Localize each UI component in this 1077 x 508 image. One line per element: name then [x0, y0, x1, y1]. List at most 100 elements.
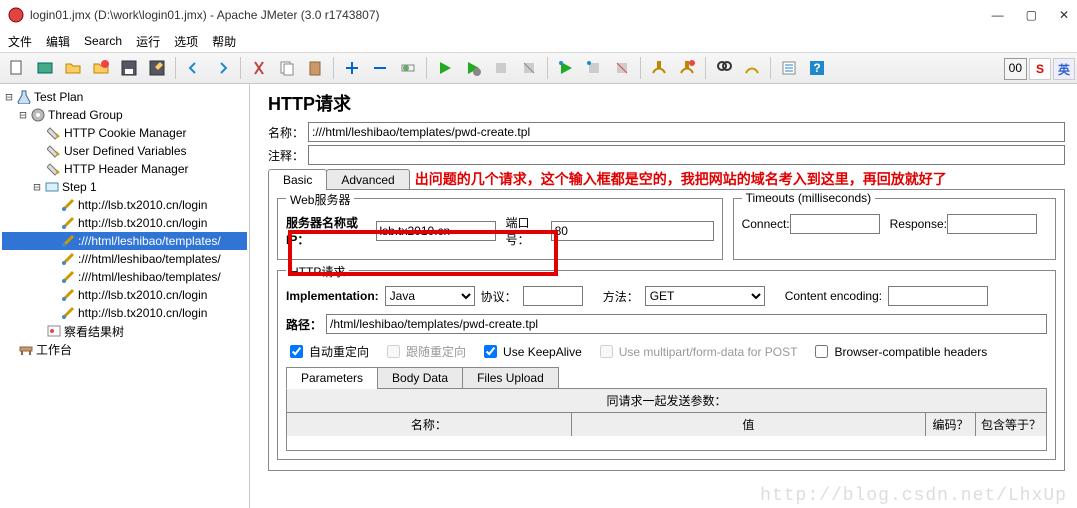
minimize-button[interactable]: ― — [992, 8, 1004, 22]
tree-user-vars[interactable]: User Defined Variables — [64, 144, 187, 158]
page-title: HTTP请求 — [268, 90, 1065, 116]
path-input[interactable] — [326, 314, 1047, 334]
toolbar: ? — [0, 52, 1077, 84]
menu-file[interactable]: 文件 — [8, 33, 32, 50]
tab-body-data[interactable]: Body Data — [377, 367, 463, 389]
tree-test-plan[interactable]: Test Plan — [34, 90, 83, 104]
tree-cookie-manager[interactable]: HTTP Cookie Manager — [64, 126, 187, 140]
tree-header-manager[interactable]: HTTP Header Manager — [64, 162, 189, 176]
sampler-icon — [60, 197, 76, 213]
impl-label: Implementation: — [286, 289, 379, 303]
save-as-button[interactable] — [144, 55, 170, 81]
tree-request[interactable]: http://lsb.tx2010.cn/login — [78, 306, 207, 320]
tree-results[interactable]: 察看结果树 — [64, 323, 124, 340]
maximize-button[interactable]: ▢ — [1026, 8, 1037, 22]
tab-files-upload[interactable]: Files Upload — [462, 367, 559, 389]
method-select[interactable]: GET — [645, 286, 765, 306]
comment-input[interactable] — [308, 145, 1065, 165]
follow-redirect-check[interactable]: 跟随重定向 — [383, 342, 466, 361]
sampler-icon — [60, 251, 76, 267]
start-button[interactable] — [432, 55, 458, 81]
clear-button[interactable] — [646, 55, 672, 81]
tree-request-selected[interactable]: :///html/leshibao/templates/ — [78, 234, 221, 248]
menu-run[interactable]: 运行 — [136, 33, 160, 50]
tab-basic[interactable]: Basic — [268, 169, 327, 190]
test-plan-tree[interactable]: ⊟Test Plan ⊟Thread Group HTTP Cookie Man… — [0, 84, 250, 508]
config-icon — [46, 161, 62, 177]
cut-button[interactable] — [246, 55, 272, 81]
close-file-button[interactable] — [88, 55, 114, 81]
tree-request[interactable]: :///html/leshibao/templates/ — [78, 252, 221, 266]
tree-request[interactable]: http://lsb.tx2010.cn/login — [78, 198, 207, 212]
templates-button[interactable] — [32, 55, 58, 81]
save-button[interactable] — [116, 55, 142, 81]
function-helper-button[interactable] — [776, 55, 802, 81]
tree-workbench[interactable]: 工作台 — [36, 341, 72, 358]
collapse-button[interactable] — [367, 55, 393, 81]
paste-button[interactable] — [302, 55, 328, 81]
search-button[interactable] — [711, 55, 737, 81]
col-encode: 编码？ — [926, 413, 976, 436]
server-label: 服务器名称或IP： — [286, 214, 376, 248]
auto-redirect-check[interactable]: 自动重定向 — [286, 342, 369, 361]
comment-label: 注释： — [268, 147, 308, 164]
timeouts-group-label: Timeouts (milliseconds) — [742, 191, 876, 205]
name-input[interactable] — [308, 122, 1065, 142]
config-icon — [46, 143, 62, 159]
keepalive-check[interactable]: Use KeepAlive — [480, 342, 582, 361]
menu-help[interactable]: 帮助 — [212, 33, 236, 50]
response-input[interactable] — [947, 214, 1037, 234]
clear-all-button[interactable] — [674, 55, 700, 81]
copy-button[interactable] — [274, 55, 300, 81]
col-include: 包含等于？ — [976, 413, 1046, 436]
encoding-input[interactable] — [888, 286, 988, 306]
stop-button[interactable] — [488, 55, 514, 81]
tab-parameters[interactable]: Parameters — [286, 367, 378, 389]
tree-step1[interactable]: Step 1 — [62, 180, 97, 194]
server-input[interactable] — [376, 221, 496, 241]
toggle-button[interactable] — [395, 55, 421, 81]
tree-request[interactable]: http://lsb.tx2010.cn/login — [78, 216, 207, 230]
reset-search-button[interactable] — [739, 55, 765, 81]
help-button[interactable]: ? — [804, 55, 830, 81]
start-no-pause-button[interactable] — [460, 55, 486, 81]
tree-request[interactable]: :///html/leshibao/templates/ — [78, 270, 221, 284]
browser-compat-check[interactable]: Browser-compatible headers — [811, 342, 987, 361]
remote-stop-button[interactable] — [581, 55, 607, 81]
remote-start-button[interactable] — [553, 55, 579, 81]
sampler-icon — [60, 287, 76, 303]
jmeter-logo-icon — [8, 7, 24, 23]
tree-request[interactable]: http://lsb.tx2010.cn/login — [78, 288, 207, 302]
ime-s-icon[interactable]: S — [1029, 58, 1051, 80]
col-name: 名称： — [287, 413, 572, 436]
multipart-check[interactable]: Use multipart/form-data for POST — [596, 342, 798, 361]
ime-lang-icon[interactable]: 英 — [1053, 58, 1075, 80]
flask-icon — [16, 89, 32, 105]
redo-button[interactable] — [209, 55, 235, 81]
connect-input[interactable] — [790, 214, 880, 234]
impl-select[interactable]: Java — [385, 286, 475, 306]
watermark: http://blog.csdn.net/LhxUp — [760, 486, 1067, 506]
params-grid[interactable]: 同请求一起发送参数： 名称： 值 编码？ 包含等于？ — [286, 389, 1047, 451]
close-button[interactable]: ✕ — [1059, 8, 1069, 22]
undo-button[interactable] — [181, 55, 207, 81]
toolbar-counter: 00 — [1004, 58, 1027, 80]
open-button[interactable] — [60, 55, 86, 81]
expand-button[interactable] — [339, 55, 365, 81]
tab-advanced[interactable]: Advanced — [326, 169, 409, 190]
remote-shutdown-button[interactable] — [609, 55, 635, 81]
sampler-icon — [60, 269, 76, 285]
tree-thread-group[interactable]: Thread Group — [48, 108, 123, 122]
protocol-input[interactable] — [523, 286, 583, 306]
port-input[interactable] — [551, 221, 714, 241]
encoding-label: Content encoding: — [785, 289, 882, 303]
connect-label: Connect: — [742, 217, 790, 231]
menu-options[interactable]: 选项 — [174, 33, 198, 50]
menu-edit[interactable]: 编辑 — [46, 33, 70, 50]
sampler-icon — [60, 305, 76, 321]
shutdown-button[interactable] — [516, 55, 542, 81]
new-button[interactable] — [4, 55, 30, 81]
window-title: login01.jmx (D:\work\login01.jmx) - Apac… — [30, 8, 992, 22]
port-label: 端口号： — [506, 214, 551, 248]
menu-search[interactable]: Search — [84, 34, 122, 48]
